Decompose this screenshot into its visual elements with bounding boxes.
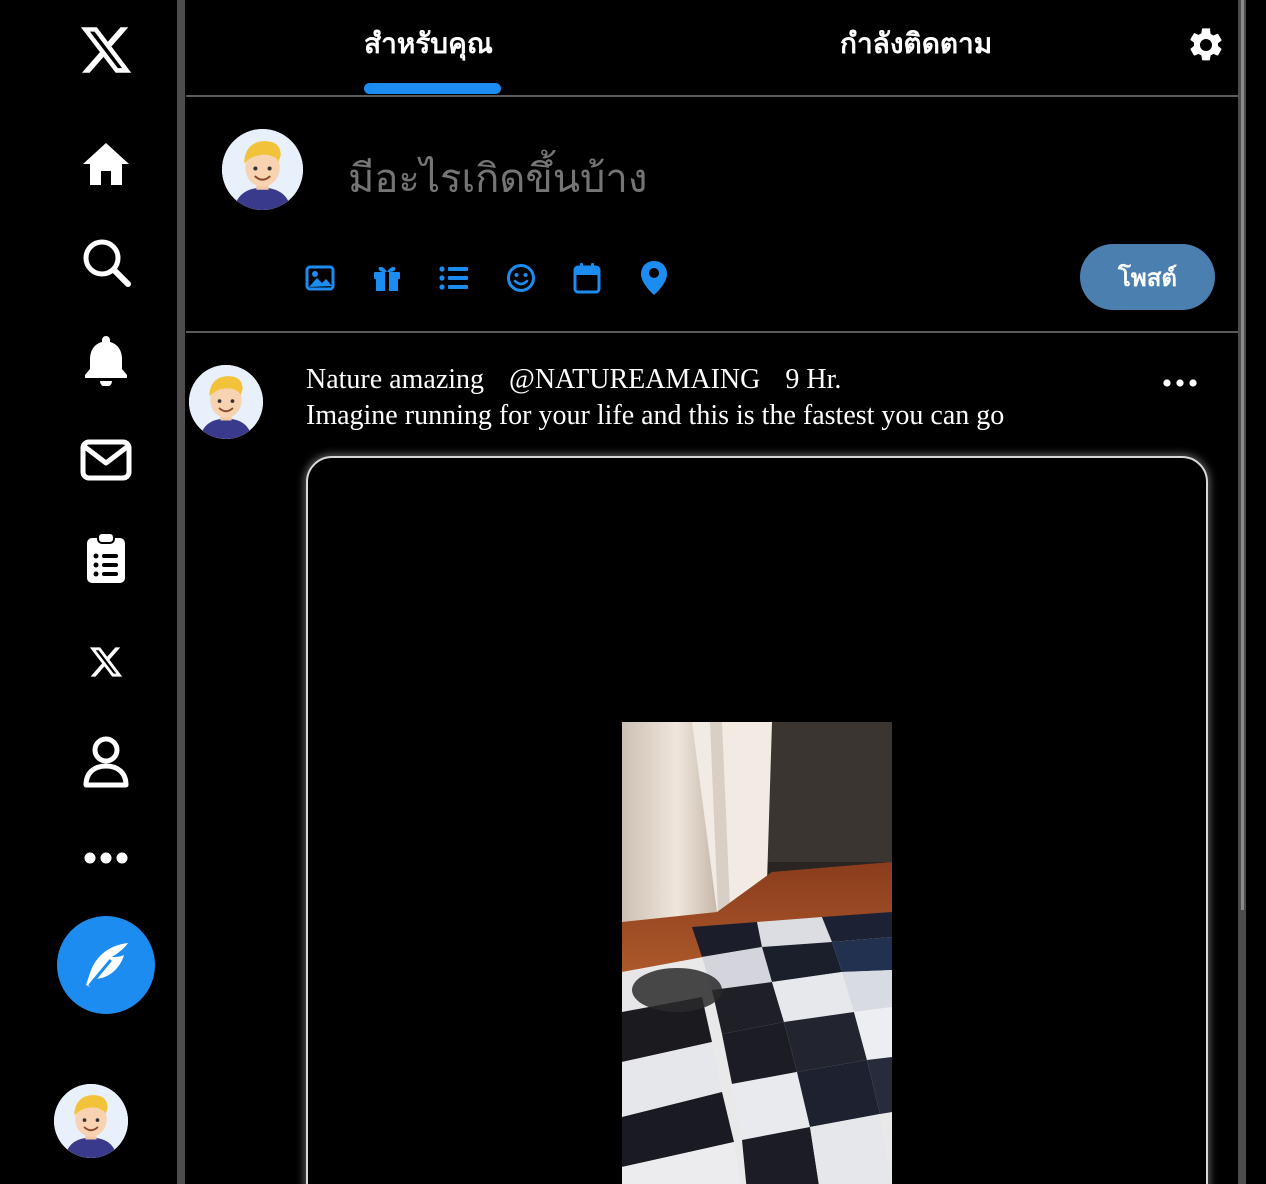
search-icon[interactable]: [78, 234, 134, 290]
composer-avatar[interactable]: [222, 129, 303, 210]
gear-icon[interactable]: [1186, 24, 1226, 66]
main-timeline: สำหรับคุณ กำลังติดตาม มีอะไรเกิดขึ้นบ้าง…: [186, 0, 1238, 1184]
app: สำหรับคุณ กำลังติดตาม มีอะไรเกิดขึ้นบ้าง…: [0, 0, 1266, 1184]
tweet-avatar[interactable]: [189, 365, 263, 439]
tweet-author-handle[interactable]: @NATUREAMAING: [509, 364, 760, 395]
location-pin-icon[interactable]: [634, 258, 674, 298]
post-button[interactable]: โพสต์: [1080, 244, 1215, 310]
tweet-media[interactable]: [306, 456, 1208, 1184]
video-player[interactable]: [622, 722, 892, 1184]
tweet-header: Nature amazing @NATUREAMAING 9 Hr.: [306, 364, 859, 396]
right-gutter: [1246, 0, 1266, 1184]
ellipsis-icon[interactable]: [78, 830, 134, 886]
video-frame: [622, 722, 892, 1184]
active-tab-indicator: [364, 83, 501, 94]
smile-icon[interactable]: [501, 258, 541, 298]
calendar-icon[interactable]: [567, 258, 607, 298]
avatar[interactable]: [54, 1084, 128, 1158]
tweet-author-name[interactable]: Nature amazing: [306, 364, 484, 395]
list-icon[interactable]: [434, 258, 474, 298]
tabs-divider: [186, 95, 1238, 97]
feather-icon: [86, 943, 128, 987]
ellipsis-icon[interactable]: [1158, 372, 1202, 394]
sidebar: [0, 0, 177, 1184]
tab-for-you[interactable]: สำหรับคุณ: [364, 22, 493, 66]
home-icon[interactable]: [78, 136, 134, 192]
envelope-icon[interactable]: [78, 432, 134, 488]
scrollbar-thumb[interactable]: [1241, 0, 1244, 910]
tweet-timestamp: 9 Hr.: [785, 364, 842, 395]
x-logo-icon[interactable]: [78, 22, 134, 78]
bell-icon[interactable]: [78, 332, 134, 388]
tweet-text: Imagine running for your life and this i…: [306, 400, 1005, 431]
compose-input[interactable]: [346, 148, 1050, 210]
left-divider: [177, 0, 185, 1184]
tab-following[interactable]: กำลังติดตาม: [840, 22, 992, 66]
timeline-tabs: สำหรับคุณ กำลังติดตาม: [186, 0, 1238, 96]
compose-button[interactable]: [57, 916, 155, 1014]
gift-icon[interactable]: [367, 258, 407, 298]
image-icon[interactable]: [300, 258, 340, 298]
clipboard-list-icon[interactable]: [78, 530, 134, 586]
user-icon[interactable]: [78, 734, 134, 790]
x-premium-icon[interactable]: [78, 634, 134, 690]
composer-divider: [186, 331, 1238, 333]
